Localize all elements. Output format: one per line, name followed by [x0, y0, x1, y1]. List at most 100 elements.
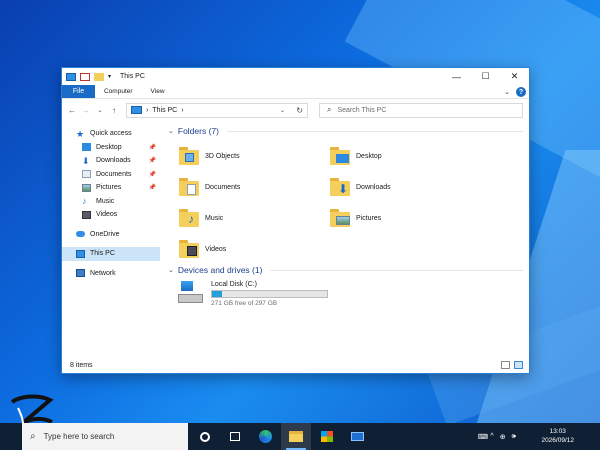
cortana-icon[interactable] — [190, 423, 220, 450]
back-button[interactable]: ← — [66, 103, 78, 117]
up-button[interactable]: ↑ — [108, 103, 120, 117]
downloads-icon: ⬇ — [82, 155, 90, 166]
pin-icon: 📌 — [148, 144, 156, 151]
folder-documents[interactable]: Documents — [179, 173, 240, 201]
tab-file[interactable]: File — [62, 85, 95, 98]
show-hidden-icons-chevron-icon[interactable]: ^ — [490, 433, 493, 440]
sidebar-item-downloads[interactable]: ⬇ Downloads 📌 — [62, 154, 160, 168]
desktop-icon — [82, 143, 91, 152]
sidebar-item-label: OneDrive — [90, 230, 120, 238]
drives-group-header[interactable]: ⌄ Devices and drives (1) — [168, 263, 529, 277]
folders-group-header[interactable]: ⌄ Folders (7) — [168, 124, 529, 138]
large-icons-view-icon[interactable] — [514, 361, 523, 369]
pin-icon: 📌 — [148, 171, 156, 178]
file-explorer-window: ▾ This PC — ☐ ✕ File Computer View ⌄ ? ←… — [61, 67, 530, 374]
sidebar-item-onedrive[interactable]: OneDrive — [62, 228, 160, 242]
sidebar-item-label: This PC — [90, 250, 115, 258]
this-pc-icon[interactable] — [66, 72, 76, 81]
microsoft-store-icon[interactable] — [312, 423, 342, 450]
sidebar-item-this-pc[interactable]: This PC — [62, 247, 160, 261]
task-view-icon[interactable] — [220, 423, 250, 450]
edge-browser-icon[interactable] — [250, 423, 280, 450]
explorer-body: ★ Quick access Desktop 📌 ⬇ Downloads 📌 D… — [62, 121, 529, 357]
drive-usage-bar — [211, 290, 328, 298]
breadcrumb-separator[interactable]: › — [181, 107, 183, 114]
star-icon: ★ — [76, 128, 85, 139]
breadcrumb-separator[interactable]: › — [146, 107, 148, 114]
customize-toolbar-icon[interactable]: ▾ — [108, 73, 114, 81]
sidebar-item-videos[interactable]: Videos — [62, 208, 160, 222]
breadcrumb-this-pc[interactable]: This PC — [152, 107, 177, 114]
sidebar-item-label: Videos — [96, 211, 118, 219]
sidebar-item-quick-access[interactable]: ★ Quick access — [62, 127, 160, 141]
videos-icon — [82, 210, 91, 219]
tab-view[interactable]: View — [142, 85, 174, 98]
downloads-folder-icon: ⬇ — [330, 178, 350, 196]
folder-desktop[interactable]: Desktop — [330, 142, 382, 170]
music-icon: ♪ — [82, 196, 87, 207]
folder-videos[interactable]: Videos — [179, 235, 226, 263]
address-dropdown-icon[interactable]: ⌄ — [280, 107, 285, 114]
collapse-chevron-icon: ⌄ — [168, 128, 174, 135]
keyboard-icon[interactable]: ⌨ — [478, 433, 488, 441]
mail-icon[interactable] — [342, 423, 372, 450]
desktop-folder-icon — [330, 147, 350, 165]
help-icon[interactable]: ? — [516, 87, 526, 97]
volume-icon[interactable]: 🕪 — [512, 433, 516, 441]
title-bar: ▾ This PC — ☐ ✕ — [62, 68, 529, 85]
start-button[interactable] — [0, 423, 22, 450]
navigation-pane: ★ Quick access Desktop 📌 ⬇ Downloads 📌 D… — [62, 121, 160, 357]
folder-downloads[interactable]: ⬇ Downloads — [330, 173, 391, 201]
network-globe-icon[interactable]: ⊕ — [500, 433, 506, 441]
music-folder-icon: ♪ — [179, 209, 199, 227]
group-divider — [270, 269, 523, 271]
clock[interactable]: 13:03 2026/09/12 — [541, 427, 574, 445]
recent-locations-button[interactable]: ⌄ — [94, 103, 106, 117]
navigation-bar: ← → ⌄ ↑ › This PC › ⌄ ↻ ⌕ Search This PC — [62, 99, 529, 121]
ribbon-tabs: File Computer View ⌄ ? — [62, 85, 529, 99]
this-pc-icon — [76, 249, 85, 258]
sidebar-item-documents[interactable]: Documents 📌 — [62, 168, 160, 182]
expand-ribbon-chevron-icon[interactable]: ⌄ — [504, 88, 510, 96]
folder-music[interactable]: ♪ Music — [179, 204, 223, 232]
search-icon: ⌕ — [30, 431, 36, 442]
sidebar-item-music[interactable]: ♪ Music — [62, 195, 160, 209]
window-title: This PC — [120, 73, 145, 80]
pictures-icon — [82, 183, 91, 192]
forward-button[interactable]: → — [80, 103, 92, 117]
item-count: 8 items — [70, 361, 93, 369]
folder-pictures[interactable]: Pictures — [330, 204, 381, 232]
close-button[interactable]: ✕ — [500, 68, 529, 85]
folder-label: Downloads — [356, 183, 391, 191]
hard-drive-icon — [178, 281, 203, 303]
tray-icons: ^ ⊕ 🕪 — [490, 423, 516, 450]
sidebar-item-desktop[interactable]: Desktop 📌 — [62, 141, 160, 155]
sidebar-item-network[interactable]: Network — [62, 267, 160, 281]
search-box[interactable]: ⌕ Search This PC — [319, 102, 523, 118]
status-bar: 8 items — [62, 357, 529, 373]
details-view-icon[interactable] — [501, 361, 510, 369]
tab-computer[interactable]: Computer — [95, 85, 142, 98]
address-bar[interactable]: › This PC › ⌄ ↻ — [126, 102, 308, 118]
taskbar-search-box[interactable]: ⌕ Type here to search — [22, 423, 188, 450]
search-placeholder: Search This PC — [337, 106, 387, 114]
folder-3d-objects[interactable]: 3D Objects — [179, 142, 240, 170]
file-explorer-taskbar-icon[interactable] — [281, 423, 311, 450]
maximize-button[interactable]: ☐ — [471, 68, 500, 85]
search-icon: ⌕ — [327, 105, 332, 114]
new-folder-icon[interactable] — [94, 72, 104, 81]
properties-icon[interactable] — [80, 72, 90, 81]
clock-time: 13:03 — [549, 428, 566, 435]
taskbar: ⌕ Type here to search ⌨ ^ ⊕ 🕪 13:03 2026… — [0, 423, 600, 450]
ribbon-right-controls: ⌄ ? — [504, 87, 526, 97]
clock-date: 2026/09/12 — [541, 437, 574, 444]
sidebar-item-pictures[interactable]: Pictures 📌 — [62, 181, 160, 195]
folder-label: Videos — [205, 245, 227, 253]
quick-access-toolbar: ▾ — [66, 72, 114, 81]
documents-icon — [82, 170, 91, 179]
drive-local-disk-c[interactable]: Local Disk (C:) 271 GB free of 297 GB — [178, 281, 529, 307]
sidebar-item-label: Music — [96, 197, 115, 205]
refresh-icon[interactable]: ↻ — [296, 106, 303, 115]
pin-icon: 📌 — [148, 158, 156, 165]
minimize-button[interactable]: — — [442, 68, 471, 85]
